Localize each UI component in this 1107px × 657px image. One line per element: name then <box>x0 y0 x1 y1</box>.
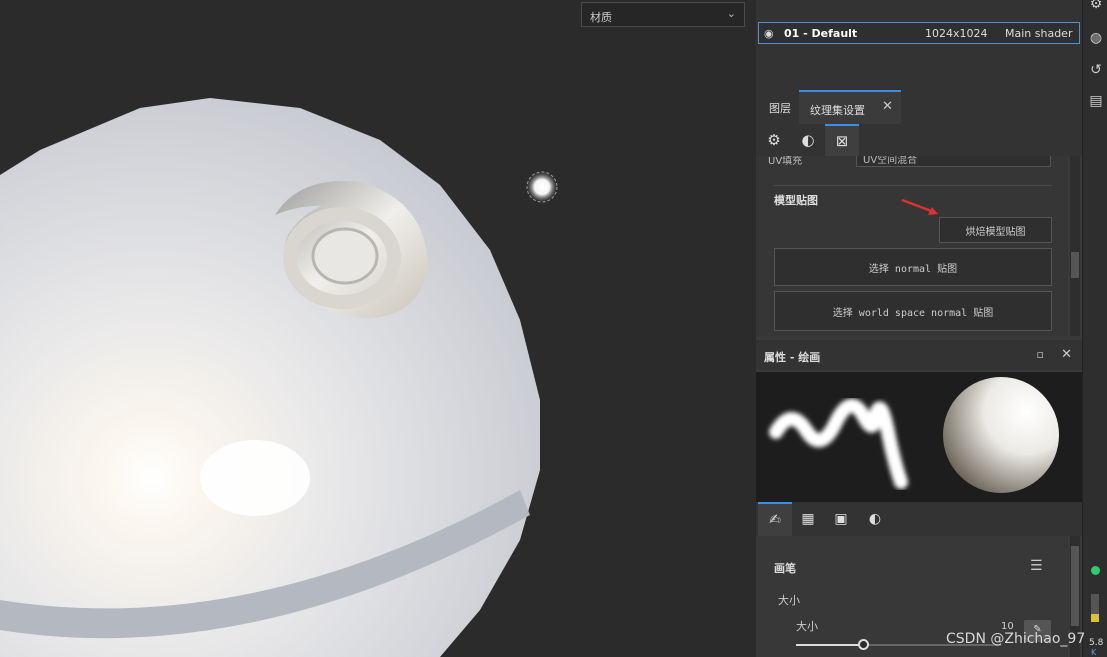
select-world-space-normal-map-button[interactable]: 选择 world space normal 贴图 <box>774 291 1052 331</box>
texture-set-name: 01 - Default <box>784 27 858 40</box>
far-right-sidebar: ⚙ ◍ ↺ ▤ 5.8 K <box>1082 0 1107 657</box>
brush-section-title: 画笔 <box>774 562 796 575</box>
brush-tool-icon[interactable]: ✍ <box>758 502 792 536</box>
size-slider-label: 大小 <box>796 620 818 633</box>
size-slider-fill <box>796 644 863 646</box>
texture-set-size: 1024x1024 <box>925 27 988 40</box>
maximize-icon[interactable]: ▫ <box>1037 348 1044 361</box>
properties-header: 属性 - 绘画 ▫ ✕ <box>756 340 1082 370</box>
material-icon[interactable]: ◐ <box>858 502 892 536</box>
properties-title: 属性 - 绘画 <box>764 351 821 364</box>
memory-gauge <box>1091 594 1099 622</box>
settings-icon[interactable]: ⚙ <box>1087 0 1105 14</box>
sphere-model <box>0 98 540 657</box>
texture-set-settings-panel: UV填充 UV空间混合 模型贴图 烘焙模型贴图 选择 normal 贴图 选择 … <box>756 156 1068 336</box>
panel-tabs: 图层 纹理集设置 ✕ <box>756 90 1082 124</box>
panel-scrollbar[interactable] <box>1070 156 1080 336</box>
properties-toolbar: ✍ ▦ ▣ ◐ <box>756 502 1082 536</box>
texture-set-settings-icon[interactable]: ⚙ <box>757 124 791 156</box>
brush-menu-icon[interactable]: ☰ <box>1030 558 1043 574</box>
status-dot <box>1091 566 1100 575</box>
close-icon[interactable]: ✕ <box>1061 347 1072 362</box>
panel-scrollbar-thumb[interactable] <box>1071 252 1079 278</box>
close-tab-icon[interactable]: ✕ <box>882 99 893 114</box>
material-select-value: 材质 <box>590 11 612 24</box>
select-normal-map-button[interactable]: 选择 normal 贴图 <box>774 248 1052 286</box>
log-icon[interactable]: ▤ <box>1087 93 1105 111</box>
size-slider-handle[interactable] <box>858 639 869 650</box>
uv-padding-select[interactable]: UV空间混合 <box>856 156 1051 167</box>
watermark: CSDN @Zhichao_97 <box>946 631 1086 647</box>
red-arrow-annotation <box>901 198 938 215</box>
tab-layers[interactable]: 图层 <box>758 90 802 124</box>
mesh-icon[interactable]: ◐ <box>791 124 825 156</box>
sphere-highlight <box>200 440 310 516</box>
memory-unit: K <box>1091 648 1097 657</box>
history-icon[interactable]: ↺ <box>1087 62 1105 80</box>
texture-set-icon-bar: ⚙ ◐ ⊠ <box>756 124 1082 156</box>
3d-viewport[interactable]: 材质 ⌄ <box>0 0 756 657</box>
eye-icon[interactable]: ◉ <box>764 27 774 40</box>
divider <box>774 185 1052 186</box>
brush-preview <box>756 372 1082 502</box>
memory-value: 5.8 <box>1089 638 1104 648</box>
texture-set-shader: Main shader <box>1005 27 1073 40</box>
memory-gauge-fill <box>1091 614 1099 622</box>
material-preview-sphere <box>943 377 1059 493</box>
stencil-icon[interactable]: ▣ <box>824 502 858 536</box>
texture-set-row[interactable]: ◉ 01 - Default 1024x1024 Main shader <box>758 22 1080 44</box>
baking-icon[interactable]: ⊠ <box>825 124 859 156</box>
light-gizmo <box>526 171 558 203</box>
right-panel: ◎ ◉ ◉ 01 - Default 1024x1024 Main shader… <box>756 0 1082 657</box>
uv-padding-label: UV填充 <box>768 156 803 167</box>
uv-padding-select-value: UV空间混合 <box>863 156 918 166</box>
brush-scrollbar-thumb[interactable] <box>1071 546 1079 626</box>
inner-ring-hole <box>311 227 379 285</box>
mesh-maps-title: 模型贴图 <box>774 194 818 207</box>
brush-stroke-preview <box>769 398 908 489</box>
size-group-label: 大小 <box>778 594 800 607</box>
texture-set-list <box>756 0 1082 90</box>
globe-icon[interactable]: ◍ <box>1087 30 1105 48</box>
chevron-down-icon: ⌄ <box>726 7 736 20</box>
viewport-scene <box>0 98 558 657</box>
bake-mesh-maps-button[interactable]: 烘焙模型贴图 <box>939 217 1052 243</box>
alpha-icon[interactable]: ▦ <box>791 502 825 536</box>
preview-graphics <box>769 377 1059 493</box>
material-select[interactable]: 材质 ⌄ <box>581 2 745 27</box>
